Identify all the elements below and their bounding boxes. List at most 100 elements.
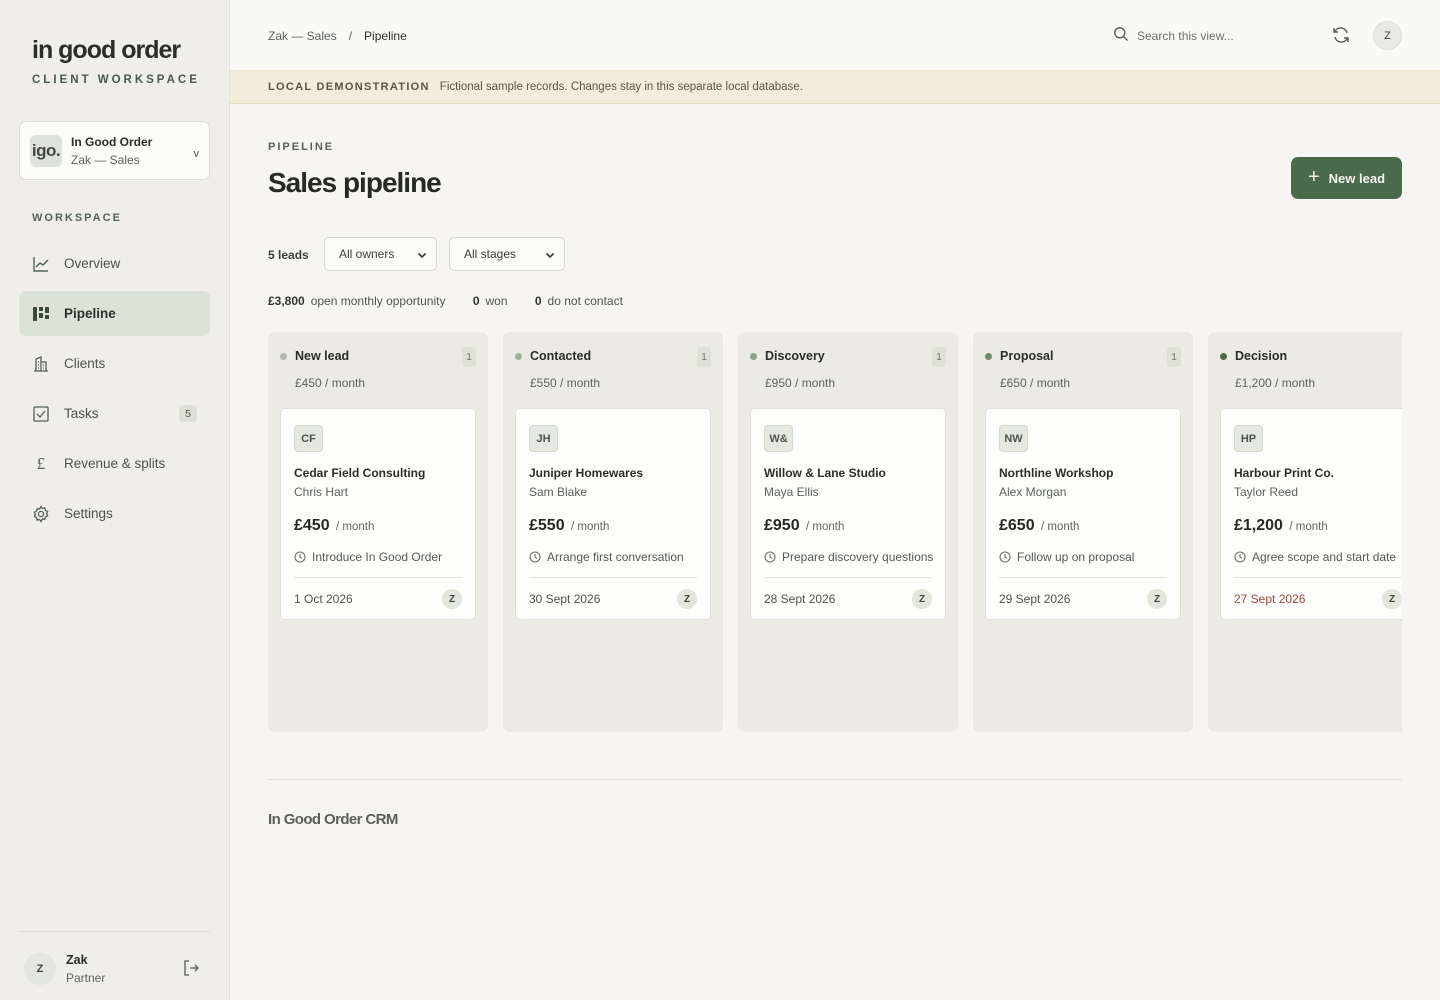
lead-card[interactable]: CF Cedar Field Consulting Chris Hart £450 /… — [280, 408, 476, 620]
opportunity-value: £3,800 — [268, 294, 305, 308]
search-input[interactable] — [1137, 29, 1307, 43]
tasks-count-badge: 5 — [179, 405, 197, 422]
column-count-badge: 1 — [462, 347, 476, 367]
lead-task-text: Prepare discovery questions — [782, 550, 934, 564]
chart-line-icon — [32, 255, 50, 273]
clock-icon — [1234, 551, 1246, 563]
lead-amount: £1,200 / month — [1234, 517, 1328, 535]
avatar: Z — [442, 589, 462, 609]
breadcrumb-current: Pipeline — [364, 29, 407, 43]
topbar: Zak — Sales / Pipeline Z — [230, 0, 1440, 71]
owner-filter-select[interactable]: All owners — [324, 237, 437, 271]
org-subtitle: Zak — Sales — [71, 153, 140, 167]
lead-initials: NW — [999, 425, 1028, 452]
refresh-icon[interactable] — [1331, 25, 1351, 50]
won-label: won — [485, 294, 508, 308]
breadcrumb-parent[interactable]: Zak — Sales — [268, 29, 337, 43]
sidebar-user: Z Zak Partner — [19, 931, 210, 1000]
lead-company: Cedar Field Consulting — [294, 466, 426, 480]
lead-contact: Chris Hart — [294, 485, 349, 499]
column-title: Proposal — [1000, 349, 1054, 363]
owner-filter-value: All owners — [339, 247, 395, 261]
lead-count: 5 leads — [268, 248, 309, 262]
footer-brand: In Good Order CRM — [268, 811, 398, 828]
lead-task-text: Follow up on proposal — [1017, 550, 1135, 564]
sidebar-item-label: Clients — [64, 356, 106, 371]
sidebar-item-overview[interactable]: Overview — [19, 241, 210, 286]
lead-amount: £650 / month — [999, 517, 1079, 535]
breadcrumb: Zak — Sales / Pipeline — [268, 29, 407, 43]
lead-card[interactable]: W& Willow & Lane Studio Maya Ellis £950 / m… — [750, 408, 946, 620]
avatar: Z — [24, 953, 56, 985]
opportunity-label: open monthly opportunity — [310, 294, 446, 308]
column-total: £650 / month — [1000, 376, 1071, 390]
card-divider — [1234, 577, 1402, 578]
org-switcher[interactable]: igo. In Good Order Zak — Sales v — [19, 121, 210, 180]
kanban-icon — [32, 305, 50, 323]
clock-icon — [529, 551, 541, 563]
sidebar-item-pipeline[interactable]: Pipeline — [19, 291, 210, 336]
pipeline-stats: £3,800 open monthly opportunity 0 won 0 do … — [268, 294, 623, 308]
org-logo: igo. — [30, 135, 62, 167]
lead-task-text: Introduce In Good Order — [312, 550, 443, 564]
lead-task-text: Agree scope and start date — [1252, 550, 1397, 564]
new-lead-button[interactable]: + New lead — [1291, 157, 1402, 199]
avatar[interactable]: Z — [1373, 21, 1402, 50]
lead-due-date: 28 Sept 2026 — [764, 592, 836, 606]
sidebar-item-tasks[interactable]: Tasks 5 — [19, 391, 210, 436]
avatar: Z — [1147, 589, 1167, 609]
card-divider — [294, 577, 462, 578]
column-title: New lead — [295, 349, 350, 363]
column-count-badge: 1 — [697, 347, 711, 367]
lead-contact: Taylor Reed — [1234, 485, 1299, 499]
lead-card[interactable]: NW Northline Workshop Alex Morgan £650 / mo… — [985, 408, 1181, 620]
lead-amount: £450 / month — [294, 517, 374, 535]
lead-amount-unit: / month — [1041, 521, 1080, 533]
pipeline-column: Proposal 1 £650 / month NW Northline Worksho… — [973, 332, 1193, 732]
org-name: In Good Order — [71, 135, 153, 149]
column-total: £950 / month — [765, 376, 836, 390]
breadcrumb-separator: / — [348, 29, 353, 43]
banner-text: Fictional sample records. Changes stay i… — [439, 81, 803, 93]
lead-next-task: Follow up on proposal — [999, 550, 1134, 564]
lead-company: Willow & Lane Studio — [764, 466, 886, 480]
card-divider — [529, 577, 697, 578]
new-lead-label: New lead — [1328, 170, 1386, 186]
dnc-value: 0 — [534, 294, 542, 308]
chevron-down-icon — [417, 249, 427, 263]
stage-dot — [985, 353, 992, 360]
lead-initials: JH — [529, 425, 558, 452]
sidebar-item-settings[interactable]: Settings — [19, 491, 210, 536]
pipeline-column: Contacted 1 £550 / month JH Juniper Homeware… — [503, 332, 723, 732]
sidebar-item-label: Pipeline — [64, 306, 116, 321]
workspace-section-label: WORKSPACE — [32, 212, 122, 224]
pipeline-column: New lead 1 £450 / month CF Cedar Field Consu… — [268, 332, 488, 732]
logout-icon[interactable] — [182, 959, 200, 982]
lead-amount-value: £950 — [764, 517, 800, 534]
lead-company: Northline Workshop — [999, 466, 1114, 480]
lead-next-task: Agree scope and start date — [1234, 550, 1396, 564]
lead-contact: Alex Morgan — [999, 485, 1067, 499]
footer-divider — [268, 779, 1402, 780]
banner-title: LOCAL DEMONSTRATION — [268, 81, 430, 93]
stage-dot — [750, 353, 757, 360]
stage-filter-value: All stages — [464, 247, 517, 261]
card-divider — [764, 577, 932, 578]
chevron-down-icon: v — [193, 148, 200, 160]
column-total: £1,200 / month — [1235, 376, 1316, 390]
sidebar: in good order CLIENT WORKSPACE igo. In G… — [0, 0, 230, 1000]
avatar: Z — [1382, 589, 1402, 609]
lead-card[interactable]: JH Juniper Homewares Sam Blake £550 / month… — [515, 408, 711, 620]
lead-amount: £550 / month — [529, 517, 609, 535]
demo-banner: LOCAL DEMONSTRATION Fictional sample rec… — [230, 71, 1440, 104]
stage-filter-select[interactable]: All stages — [449, 237, 565, 271]
pipeline-column: Decision1£1,200 / monthHPHarbour Print C… — [1208, 332, 1402, 732]
sidebar-item-clients[interactable]: Clients — [19, 341, 210, 386]
lead-amount-value: £650 — [999, 517, 1035, 534]
plus-icon: + — [1307, 165, 1320, 188]
sidebar-item-revenue[interactable]: £ Revenue & splits — [19, 441, 210, 486]
lead-card[interactable]: HP Harbour Print Co. Taylor Reed £1,200 / m… — [1220, 408, 1402, 620]
lead-initials: HP — [1234, 425, 1263, 452]
lead-due-date: 29 Sept 2026 — [999, 592, 1071, 606]
lead-next-task: Prepare discovery questions — [764, 550, 933, 564]
